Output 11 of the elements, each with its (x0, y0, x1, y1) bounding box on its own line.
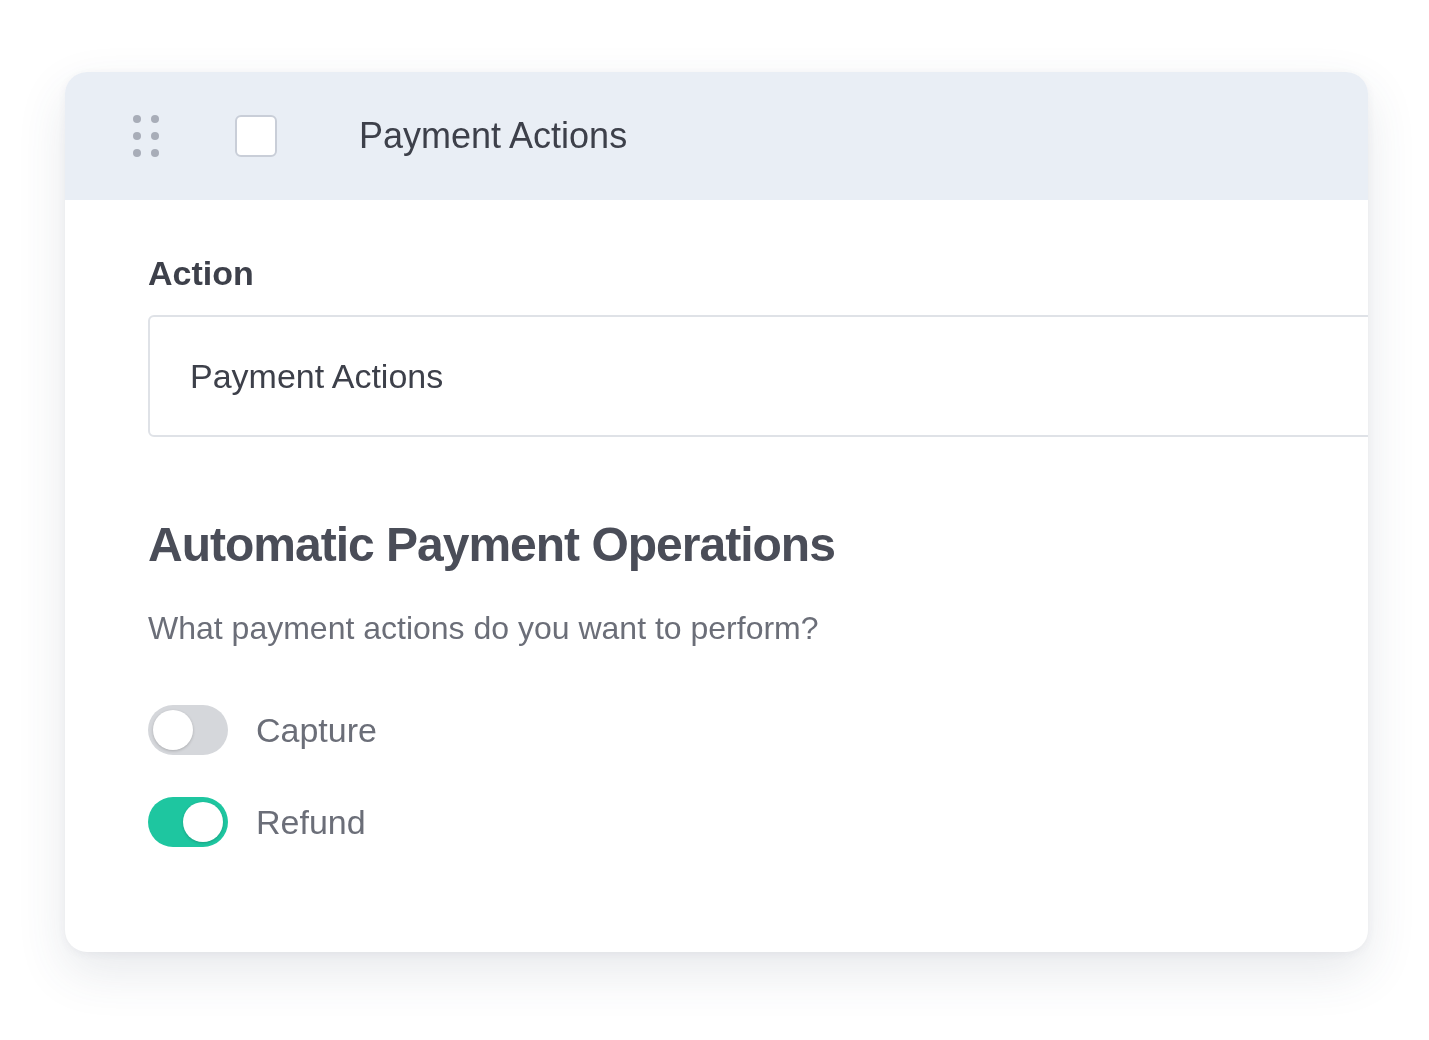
checkbox[interactable] (235, 115, 277, 157)
toggle-label: Capture (256, 710, 377, 750)
toggle-switch[interactable] (148, 797, 228, 847)
toggle-label: Refund (256, 802, 366, 842)
section-heading: Automatic Payment Operations (148, 517, 836, 572)
field-label: Action (148, 254, 255, 293)
toggle-switch[interactable] (148, 705, 228, 755)
card-title: Payment Actions (359, 115, 628, 157)
section-description: What payment actions do you want to perform? (148, 610, 820, 647)
drag-handle-icon[interactable] (133, 115, 159, 157)
input-field[interactable]: Payment Actions (148, 315, 1368, 437)
